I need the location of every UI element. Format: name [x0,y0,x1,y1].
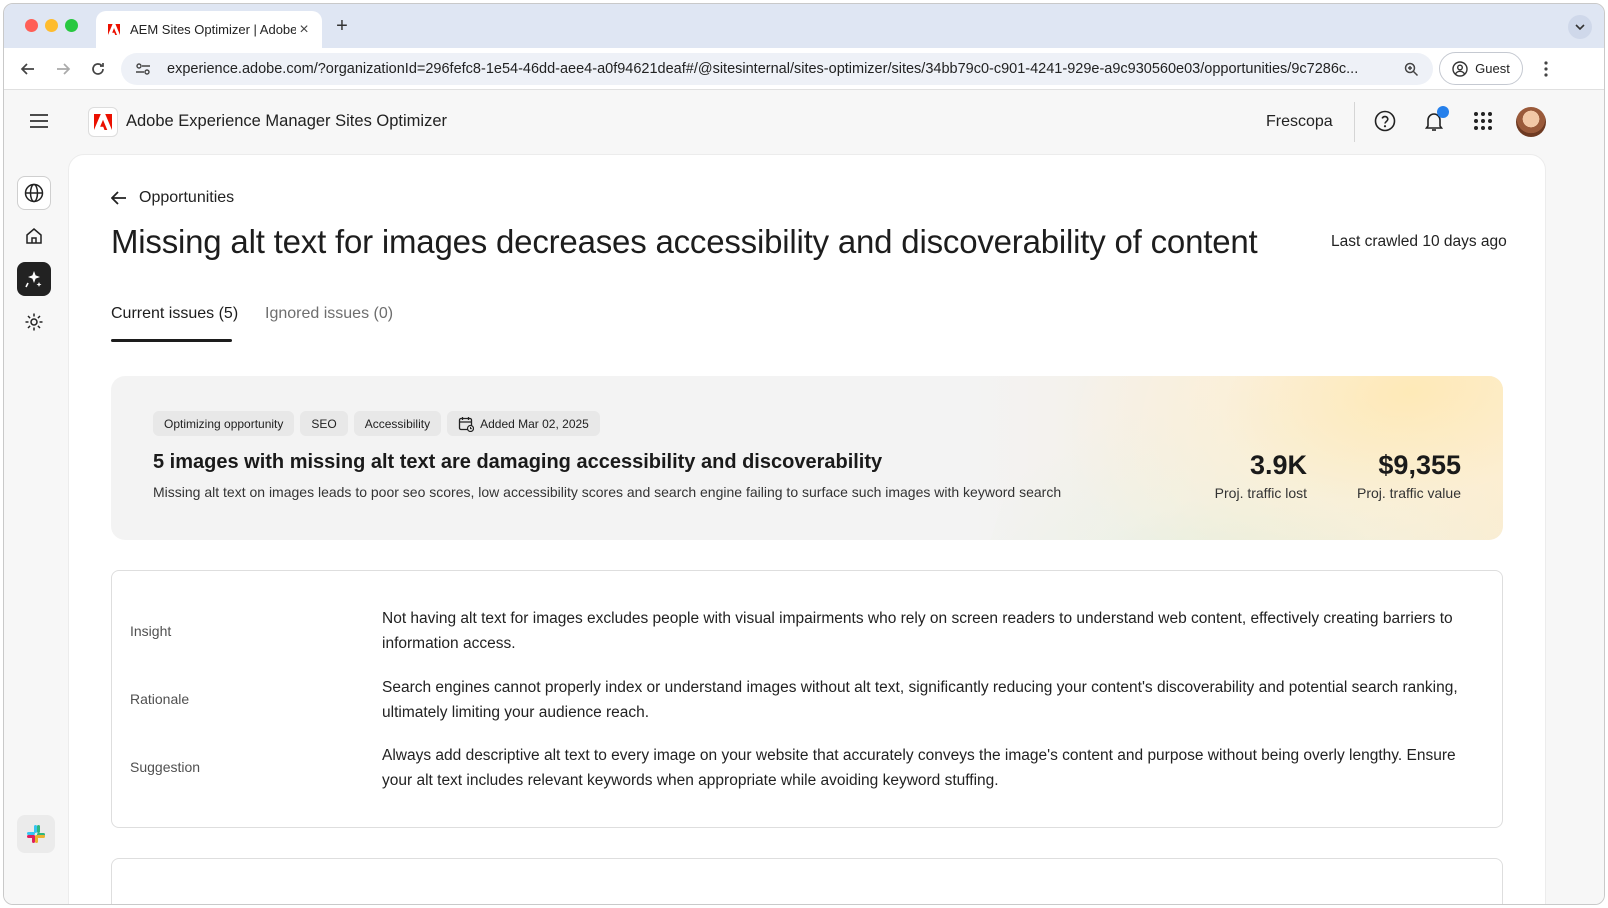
settings-nav-button[interactable] [17,305,51,339]
page-title: Missing alt text for images decreases ac… [111,223,1258,260]
insight-text: Not having alt text for images excludes … [382,610,1453,652]
close-tab-icon[interactable]: × [296,21,312,38]
forward-button[interactable] [51,57,75,81]
tag-seo: SEO [300,411,348,436]
globe-icon [24,183,44,203]
minimize-window-button[interactable] [45,19,58,32]
adobe-logo-icon [94,114,112,130]
menu-toggle-button[interactable] [28,110,50,132]
address-bar[interactable]: experience.adobe.com/?organizationId=296… [121,53,1433,85]
profile-label: Guest [1475,61,1510,76]
added-date-tag: Added Mar 02, 2025 [447,411,600,436]
user-avatar[interactable] [1516,107,1546,137]
opportunity-description: Missing alt text on images leads to poor… [153,484,1062,500]
url-text: experience.adobe.com/?organizationId=296… [167,61,1359,77]
suggestion-text: Always add descriptive alt text to every… [382,747,1456,789]
suggestion-label: Suggestion [130,759,201,775]
profile-icon [1452,60,1468,77]
last-crawled-status: Last crawled 10 days ago [1331,233,1507,250]
help-button[interactable] [1372,108,1398,134]
app-shell: Adobe Experience Manager Sites Optimizer… [4,90,1604,904]
app-title: Adobe Experience Manager Sites Optimizer [126,112,447,130]
zoom-icon[interactable] [1401,59,1421,79]
notification-badge [1437,106,1449,118]
arrow-left-icon [111,191,126,205]
profile-button[interactable]: Guest [1439,52,1523,85]
opportunity-title: 5 images with missing alt text are damag… [153,451,883,473]
apps-button[interactable] [1470,108,1496,134]
chevron-down-icon [1575,24,1585,31]
help-icon [1374,110,1396,132]
new-tab-button[interactable]: + [331,16,353,38]
more-vertical-icon [1544,61,1548,77]
tag-optimizing-opportunity: Optimizing opportunity [153,411,295,436]
metric-value: 3.9K [1249,450,1307,480]
issues-table-card [111,858,1503,904]
metric-traffic-value: $9,355 Proj. traffic value [1357,450,1461,501]
reload-icon [92,63,104,75]
active-tab-indicator [111,339,232,342]
rationale-text: Search engines cannot properly index or … [382,679,1458,721]
browser-tab-bar: AEM Sites Optimizer | Adobe × + [4,4,1604,48]
arrow-right-icon [57,63,71,75]
gear-icon [25,313,43,331]
opportunity-summary-card: Optimizing opportunity SEO Accessibility… [111,376,1503,540]
home-nav-button[interactable] [17,219,51,253]
calendar-icon [458,416,475,432]
rationale-label: Rationale [130,691,190,707]
reload-button[interactable] [86,57,110,81]
insight-label: Insight [130,623,172,639]
tab-current-issues[interactable]: Current issues (5) [111,305,238,323]
adobe-favicon-icon [106,22,122,38]
browser-toolbar: experience.adobe.com/?organizationId=296… [4,48,1604,90]
back-link-label: Opportunities [139,189,235,206]
opportunity-details-card: Insight Not having alt text for images e… [111,570,1503,828]
apps-grid-icon [1474,112,1492,130]
close-window-button[interactable] [25,19,38,32]
metric-label: Proj. traffic lost [1214,485,1307,501]
sparkle-icon [25,271,42,288]
back-button[interactable] [16,57,40,81]
home-icon [26,228,42,244]
tab-ignored-issues[interactable]: Ignored issues (0) [265,305,393,323]
slack-icon [27,825,45,843]
tab-title: AEM Sites Optimizer | Adobe [130,22,296,37]
slack-button[interactable] [17,815,55,853]
adobe-logo[interactable] [88,107,118,137]
tag-list: Optimizing opportunity SEO Accessibility… [153,411,600,436]
metric-label: Proj. traffic value [1356,485,1461,501]
arrow-left-icon [20,63,34,75]
hamburger-icon [30,114,48,128]
browser-tab-active[interactable]: AEM Sites Optimizer | Adobe × [96,11,322,48]
tag-accessibility: Accessibility [353,411,442,436]
opportunities-nav-button[interactable] [17,262,51,296]
site-settings-icon[interactable] [133,59,153,79]
header-divider [1354,102,1355,142]
browser-window: AEM Sites Optimizer | Adobe × + experien… [3,3,1605,905]
main-content: Opportunities Missing alt text for image… [68,154,1546,904]
tab-search-button[interactable] [1568,15,1592,39]
site-selector-button[interactable] [17,176,51,210]
metric-value: $9,355 [1378,450,1461,480]
org-switcher[interactable]: Frescopa [1266,113,1333,131]
metric-traffic-lost: 3.9K Proj. traffic lost [1215,450,1307,501]
maximize-window-button[interactable] [65,19,78,32]
added-date-label: Added Mar 02, 2025 [480,416,589,431]
side-rail [4,154,68,904]
browser-menu-button[interactable] [1534,57,1558,81]
back-to-opportunities-link[interactable]: Opportunities [111,189,234,207]
app-header: Adobe Experience Manager Sites Optimizer… [4,90,1604,154]
